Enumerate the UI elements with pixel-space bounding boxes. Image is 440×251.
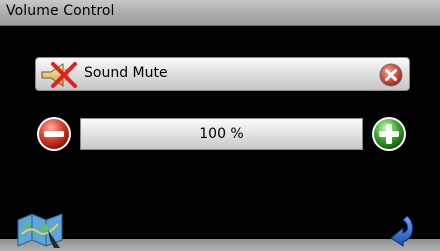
- sound-mute-label: Sound Mute: [84, 65, 168, 81]
- bottom-bar: [0, 239, 440, 251]
- close-icon[interactable]: [379, 63, 403, 87]
- volume-level-bar[interactable]: 100 %: [80, 118, 363, 150]
- title-bar: Volume Control: [0, 0, 440, 26]
- volume-value: 100 %: [199, 126, 244, 142]
- window-title: Volume Control: [6, 3, 115, 19]
- back-arrow-icon[interactable]: [385, 212, 419, 248]
- map-icon[interactable]: [14, 212, 66, 248]
- sound-mute-button[interactable]: Sound Mute: [35, 57, 410, 91]
- volume-increase-button[interactable]: [370, 115, 408, 153]
- volume-decrease-button[interactable]: [35, 115, 73, 153]
- speaker-muted-icon: [41, 62, 77, 88]
- minus-icon: [44, 131, 64, 137]
- volume-control-screen: Volume Control Sound Mute 100 %: [0, 0, 440, 251]
